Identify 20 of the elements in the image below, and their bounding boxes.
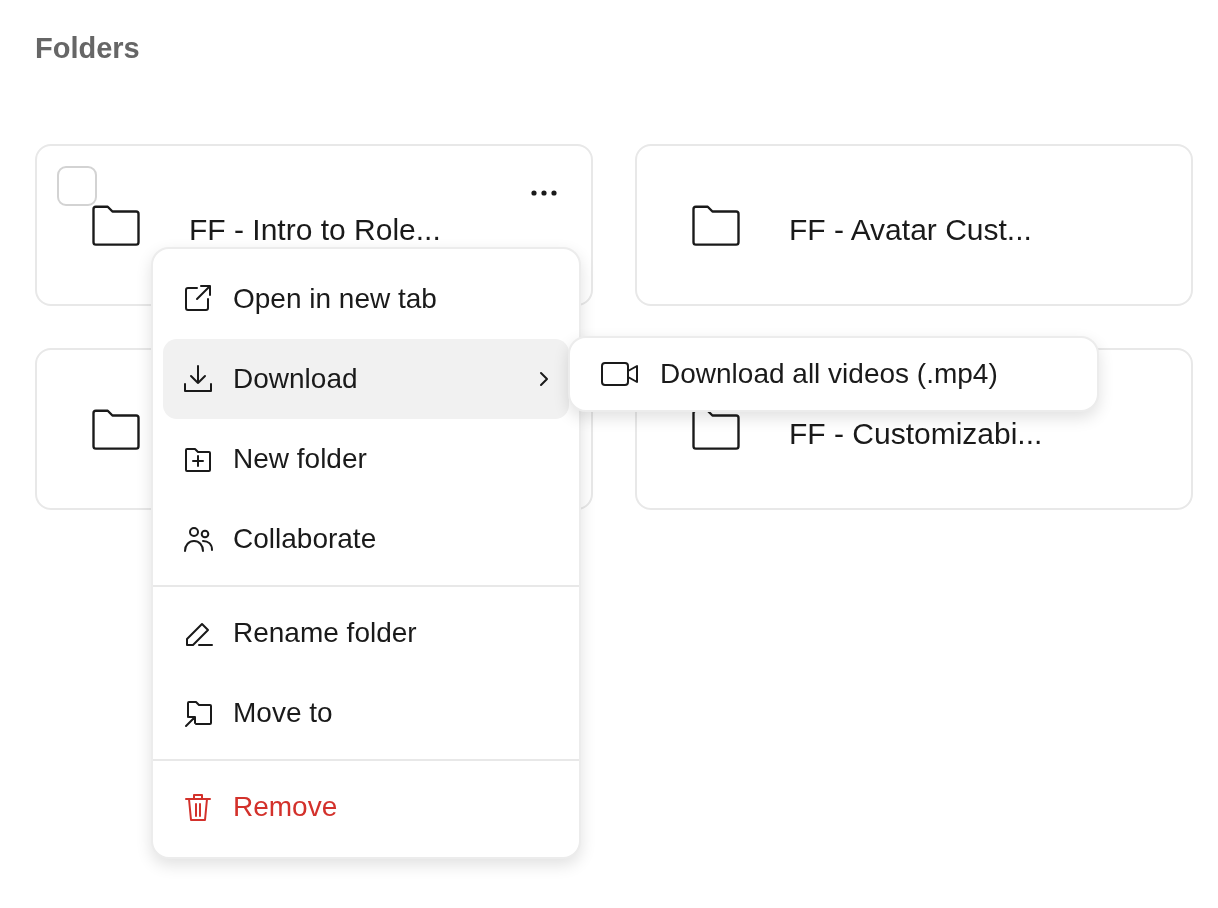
menu-item[interactable]: Download xyxy=(163,339,569,419)
menu-item[interactable]: Move to xyxy=(163,673,569,753)
menu-item[interactable]: Remove xyxy=(163,767,569,847)
menu-item[interactable]: Rename folder xyxy=(163,593,569,673)
people-icon xyxy=(183,524,213,554)
external-link-icon xyxy=(183,284,213,314)
menu-item[interactable]: Collaborate xyxy=(163,499,569,579)
video-camera-icon xyxy=(600,360,640,388)
folder-name: FF - Intro to Role... xyxy=(189,212,441,249)
folder-arrow-icon xyxy=(183,698,213,728)
chevron-right-icon xyxy=(539,371,549,387)
folder-name: FF - Customizabi... xyxy=(789,416,1043,453)
folder-name: FF - Avatar Cust... xyxy=(789,212,1032,249)
more-icon xyxy=(531,189,557,196)
download-icon xyxy=(183,364,213,394)
checkbox[interactable] xyxy=(57,165,97,206)
trash-icon xyxy=(183,792,213,822)
section-heading: Folders xyxy=(35,31,141,66)
menu-item[interactable]: New folder xyxy=(163,419,569,499)
folder-card[interactable]: FF - Avatar Cust... xyxy=(635,143,1193,306)
